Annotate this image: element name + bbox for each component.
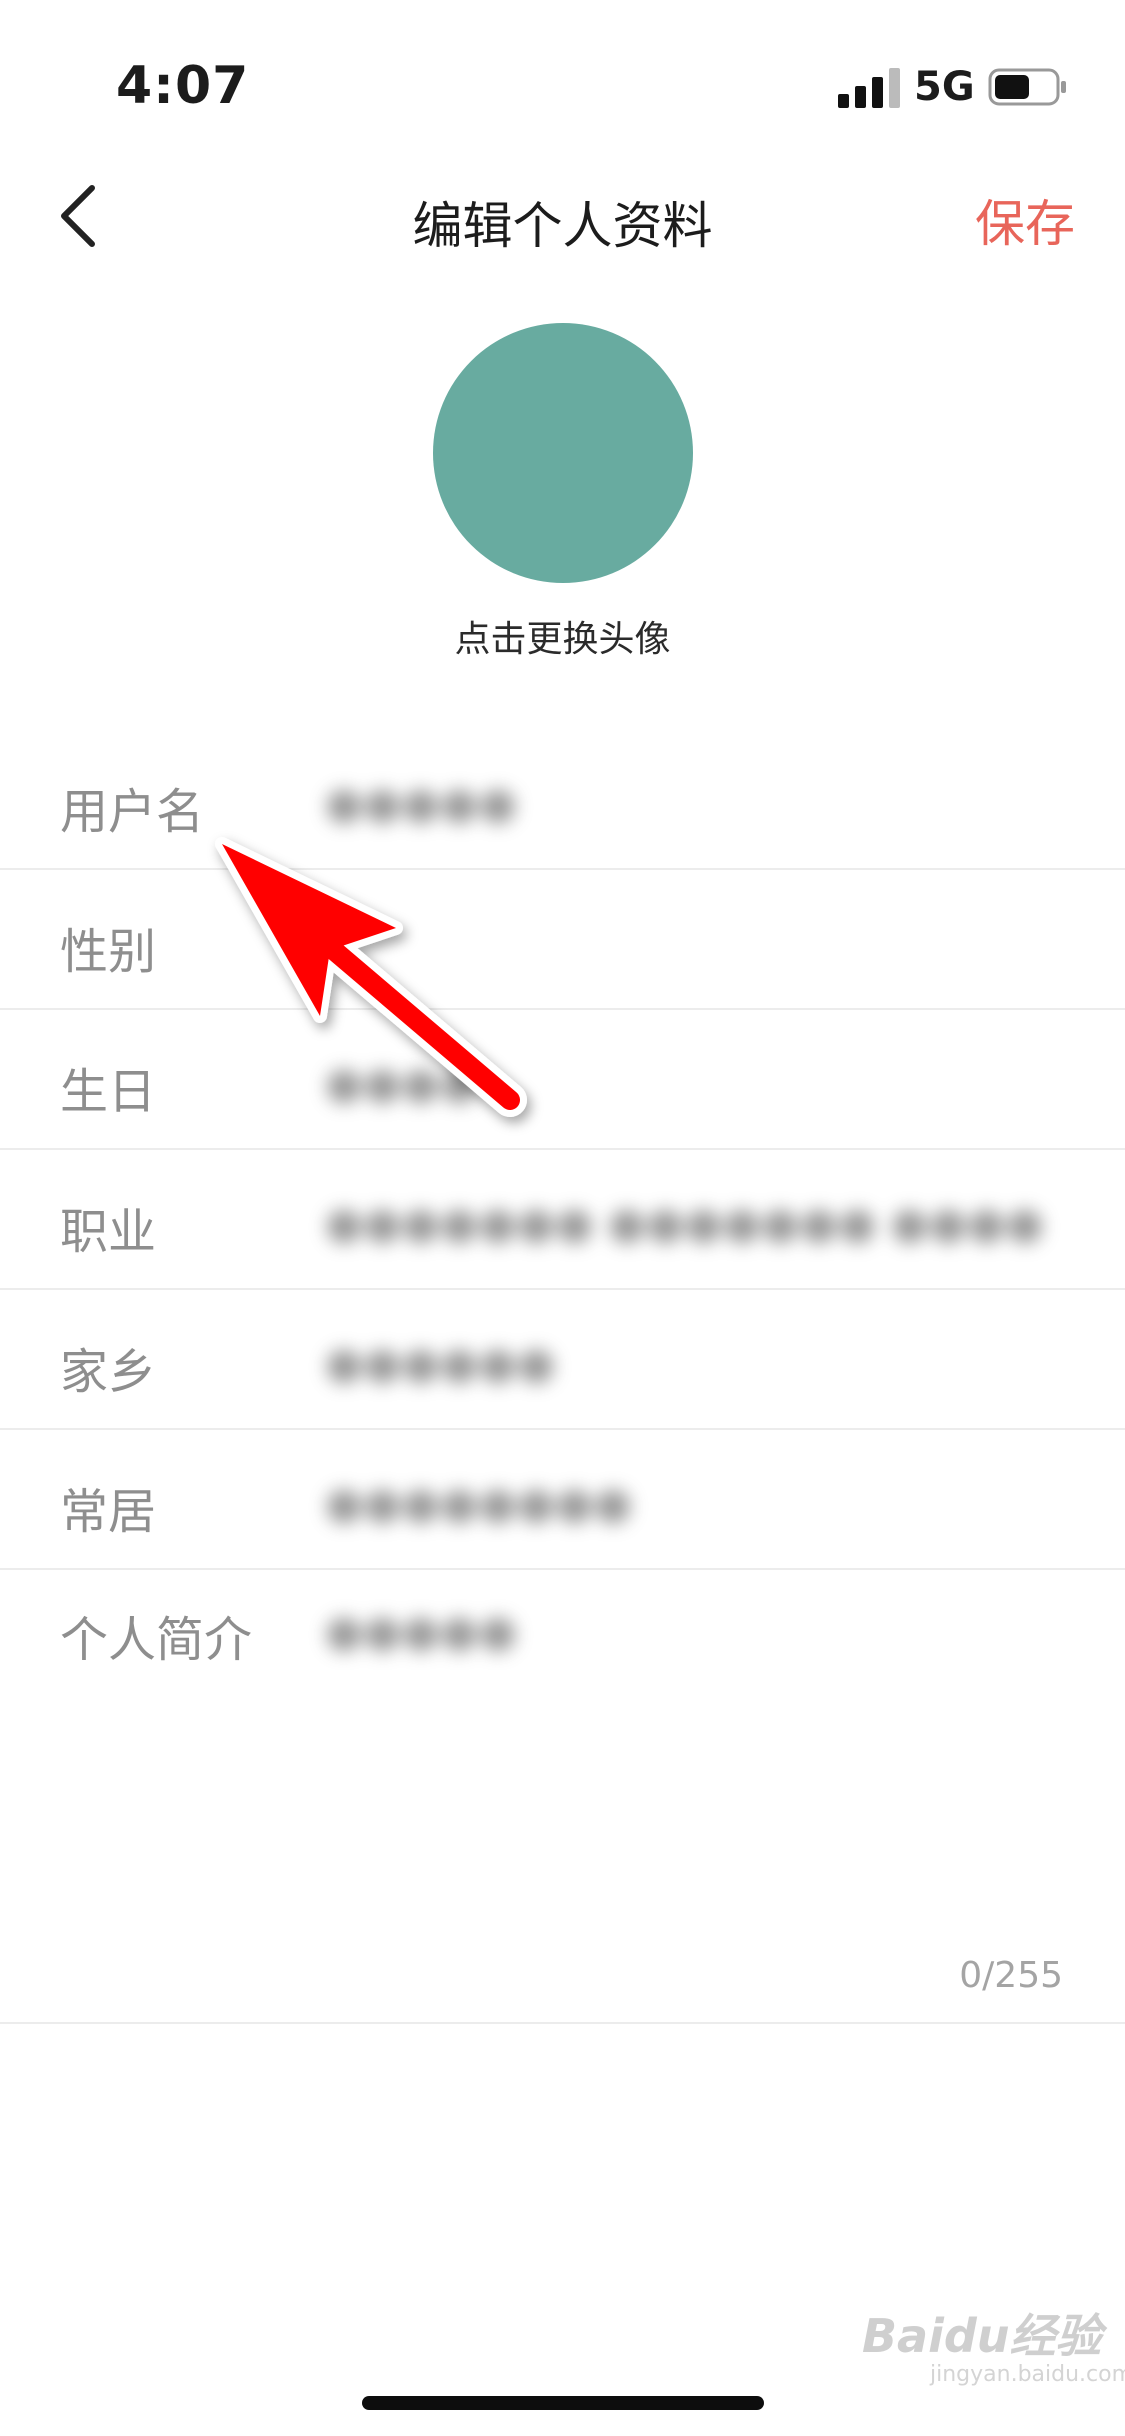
change-avatar-link[interactable]: 点击更换头像 — [0, 610, 1125, 662]
status-time: 4:07 — [116, 56, 250, 116]
annotation-arrow-icon — [215, 837, 527, 1117]
bio-char-counter: 0/255 — [959, 1955, 1063, 1996]
hometown-label: 家乡 — [60, 1344, 157, 1400]
username-label: 用户名 — [60, 784, 205, 840]
bio-value[interactable]: ●●●●● — [325, 1606, 517, 1657]
residence-row[interactable]: 常居 ●●●●●●●● — [0, 1430, 1125, 1570]
battery-icon — [988, 68, 1066, 106]
watermark-logo: Baidu经验 — [862, 2309, 1102, 2363]
page-title: 编辑个人资料 — [412, 197, 713, 255]
navigation-bar: 编辑个人资料 保存 — [0, 160, 1125, 270]
residence-label: 常居 — [60, 1484, 157, 1540]
hometown-row[interactable]: 家乡 ●●●●●● — [0, 1290, 1125, 1430]
hometown-value[interactable]: ●●●●●● — [325, 1338, 555, 1389]
occupation-row[interactable]: 职业 ●●●●●●● ●●●●●●● ●●●● — [0, 1150, 1125, 1290]
home-indicator[interactable] — [362, 2396, 764, 2410]
save-button[interactable]: 保存 — [975, 184, 1075, 256]
avatar[interactable] — [433, 323, 693, 583]
signal-icon — [838, 68, 900, 108]
profile-form: 用户名 ●●●●● 性别 生日 ●●●● 职业 ●●●●●●● ●●●●●●● … — [0, 730, 1125, 1570]
gender-row[interactable]: 性别 — [0, 870, 1125, 1010]
bio-label: 个人简介 — [60, 1612, 253, 1668]
status-bar: 4:07 5G — [0, 0, 1125, 150]
bio-section[interactable]: 个人简介 ●●●●● 0/255 — [0, 1556, 1125, 2024]
occupation-value[interactable]: ●●●●●●● ●●●●●●● ●●●● — [325, 1198, 1044, 1249]
network-type: 5G — [914, 64, 975, 110]
gender-label: 性别 — [60, 924, 157, 980]
residence-value[interactable]: ●●●●●●●● — [325, 1478, 632, 1529]
username-row[interactable]: 用户名 ●●●●● — [0, 730, 1125, 870]
birthday-label: 生日 — [60, 1064, 157, 1120]
watermark-url: jingyan.baidu.com — [930, 2362, 1125, 2387]
occupation-label: 职业 — [60, 1204, 157, 1260]
birthday-row[interactable]: 生日 ●●●● — [0, 1010, 1125, 1150]
